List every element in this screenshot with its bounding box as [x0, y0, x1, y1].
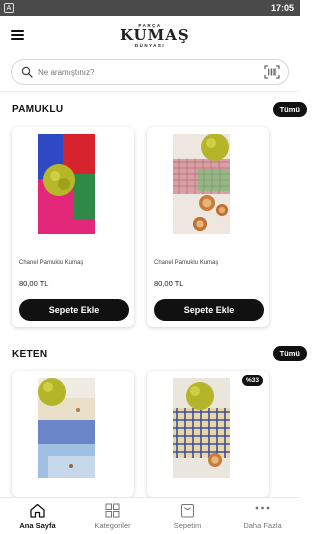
view-all-pamuklu-button[interactable]: Tümü: [273, 102, 307, 117]
tab-categories[interactable]: Kategoriler: [75, 498, 150, 534]
product-name[interactable]: Chanel Pamuklu Kumaş: [154, 260, 218, 266]
app-header: PARÇA KUMAŞ DÜNYASI: [0, 16, 300, 56]
more-icon: [254, 503, 271, 518]
status-bar: A 17:05: [0, 0, 300, 16]
add-to-cart-button[interactable]: Sepete Ekle: [19, 299, 129, 321]
bag-icon: [179, 503, 196, 518]
grid-icon: [104, 503, 121, 518]
barcode-scan-icon[interactable]: [264, 65, 280, 79]
product-card[interactable]: [12, 371, 134, 497]
tab-categories-label: Kategoriler: [75, 521, 150, 530]
tab-home-label: Ana Sayfa: [0, 521, 75, 530]
product-card[interactable]: Chanel Pamuklu Kumaş 80,00 TL Sepete Ekl…: [147, 127, 269, 327]
search-icon: [21, 66, 33, 78]
product-image[interactable]: [173, 378, 230, 478]
product-image[interactable]: [38, 134, 95, 234]
tab-more[interactable]: Daha Fazla: [225, 498, 300, 534]
logo[interactable]: PARÇA KUMAŞ DÜNYASI: [120, 23, 180, 48]
product-image[interactable]: [38, 378, 95, 478]
bottom-tab-bar: Ana Sayfa Kategoriler Sepetim Daha Fazla: [0, 497, 300, 533]
product-card[interactable]: %33: [147, 371, 269, 497]
section-title-pamuklu: PAMUKLU: [12, 104, 63, 115]
add-to-cart-button[interactable]: Sepete Ekle: [154, 299, 264, 321]
product-name[interactable]: Chanel Pamuklu Kumaş: [19, 260, 83, 266]
section-title-keten: KETEN: [12, 349, 47, 360]
tab-more-label: Daha Fazla: [225, 521, 300, 530]
view-all-keten-button[interactable]: Tümü: [273, 346, 307, 361]
status-time: 17:05: [271, 3, 294, 13]
tab-home[interactable]: Ana Sayfa: [0, 498, 75, 534]
hamburger-menu-icon[interactable]: [11, 30, 24, 40]
home-icon: [29, 503, 46, 518]
search-input[interactable]: [38, 65, 258, 80]
discount-badge: %33: [242, 375, 263, 386]
tab-cart-label: Sepetim: [150, 521, 225, 530]
header-divider: [0, 91, 300, 92]
product-price: 80,00 TL: [154, 279, 183, 288]
product-card[interactable]: Chanel Pamuklu Kumaş 80,00 TL Sepete Ekl…: [12, 127, 134, 327]
product-price: 80,00 TL: [19, 279, 48, 288]
product-image[interactable]: [173, 134, 230, 234]
logo-main-text: KUMAŞ: [120, 28, 180, 43]
tab-cart[interactable]: Sepetim: [150, 498, 225, 534]
notification-icon: A: [4, 3, 14, 13]
search-bar: [11, 59, 289, 85]
